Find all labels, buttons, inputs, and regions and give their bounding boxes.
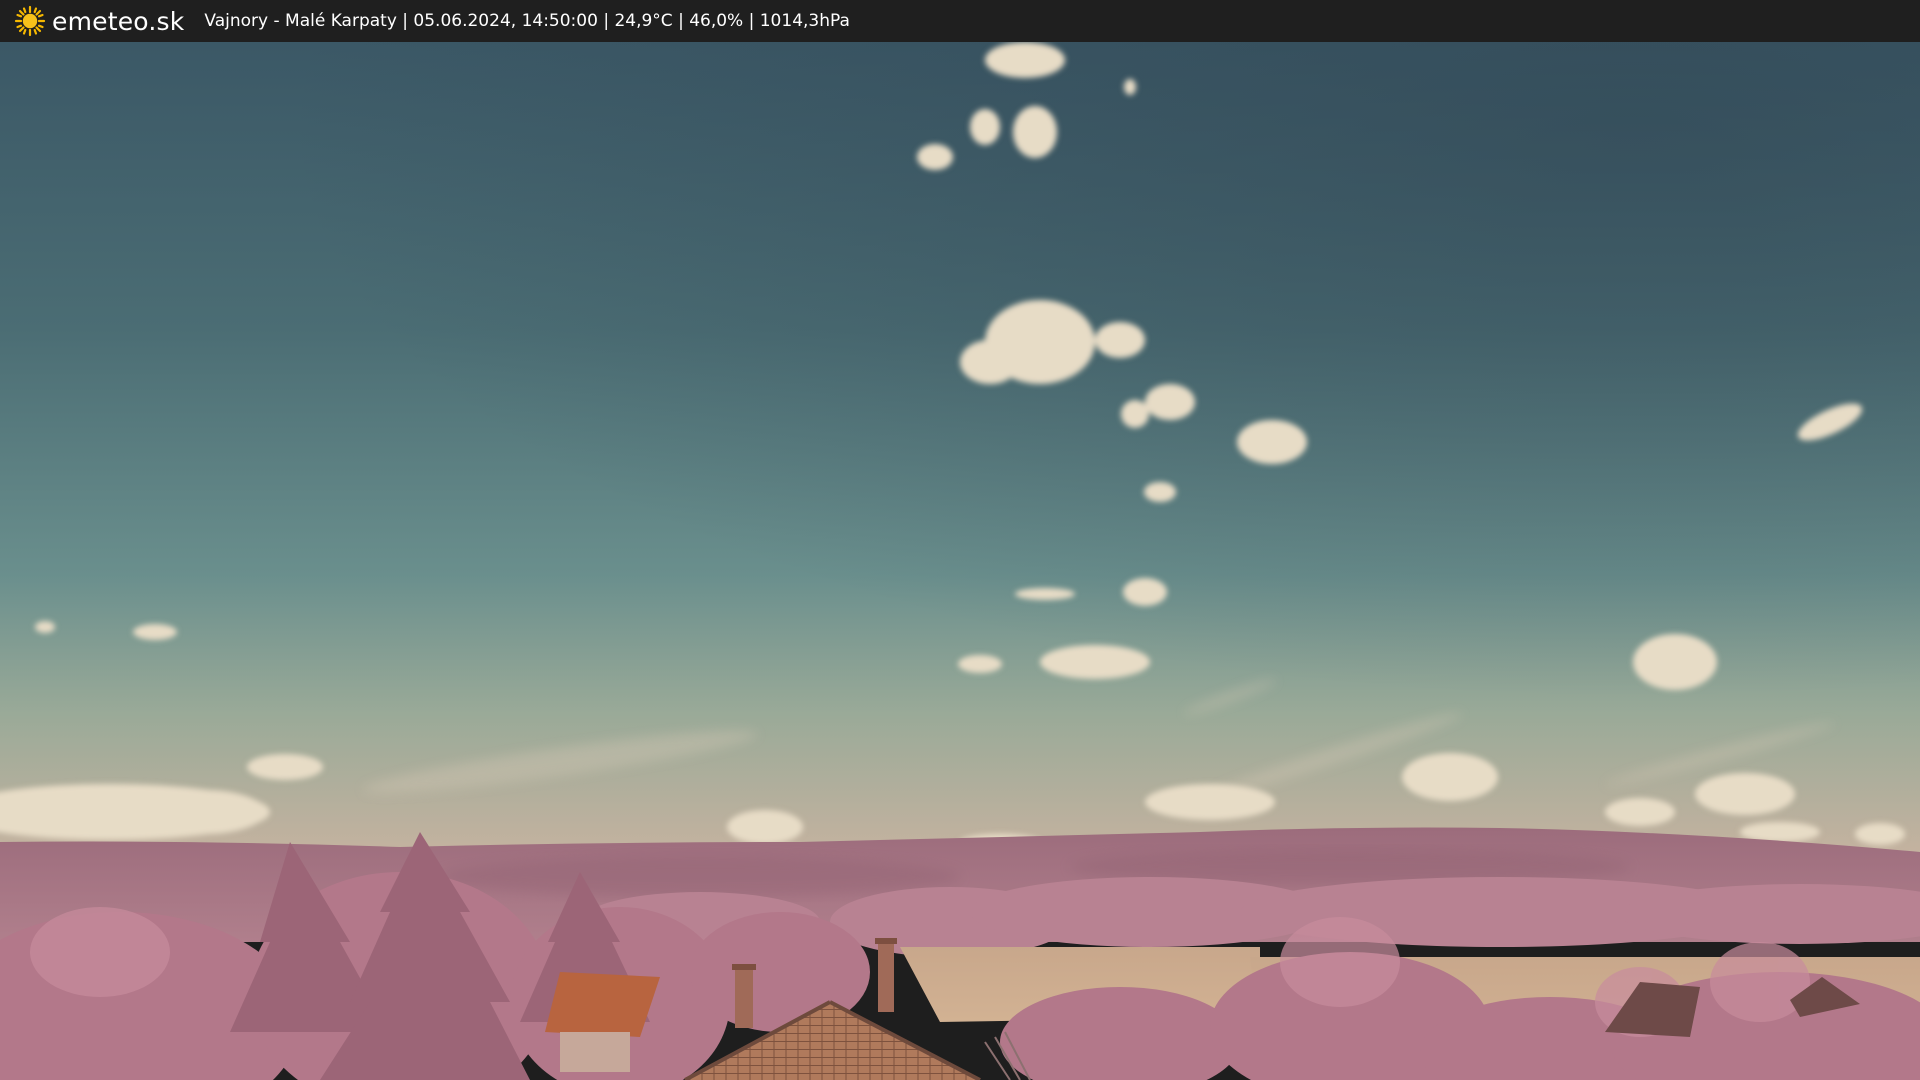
station-info: Vajnory - Malé Karpaty | 05.06.2024, 14:…	[204, 11, 850, 31]
site-logo[interactable]: emeteo.sk	[14, 5, 184, 37]
header-bar: emeteo.sk Vajnory - Malé Karpaty | 05.06…	[0, 0, 1920, 42]
site-name: emeteo.sk	[52, 6, 185, 36]
webcam-frame: emeteo.sk Vajnory - Malé Karpaty | 05.06…	[0, 0, 1920, 1080]
landscape-scene	[0, 42, 1920, 1080]
sun-icon	[14, 5, 46, 37]
webcam-image	[0, 42, 1920, 1080]
